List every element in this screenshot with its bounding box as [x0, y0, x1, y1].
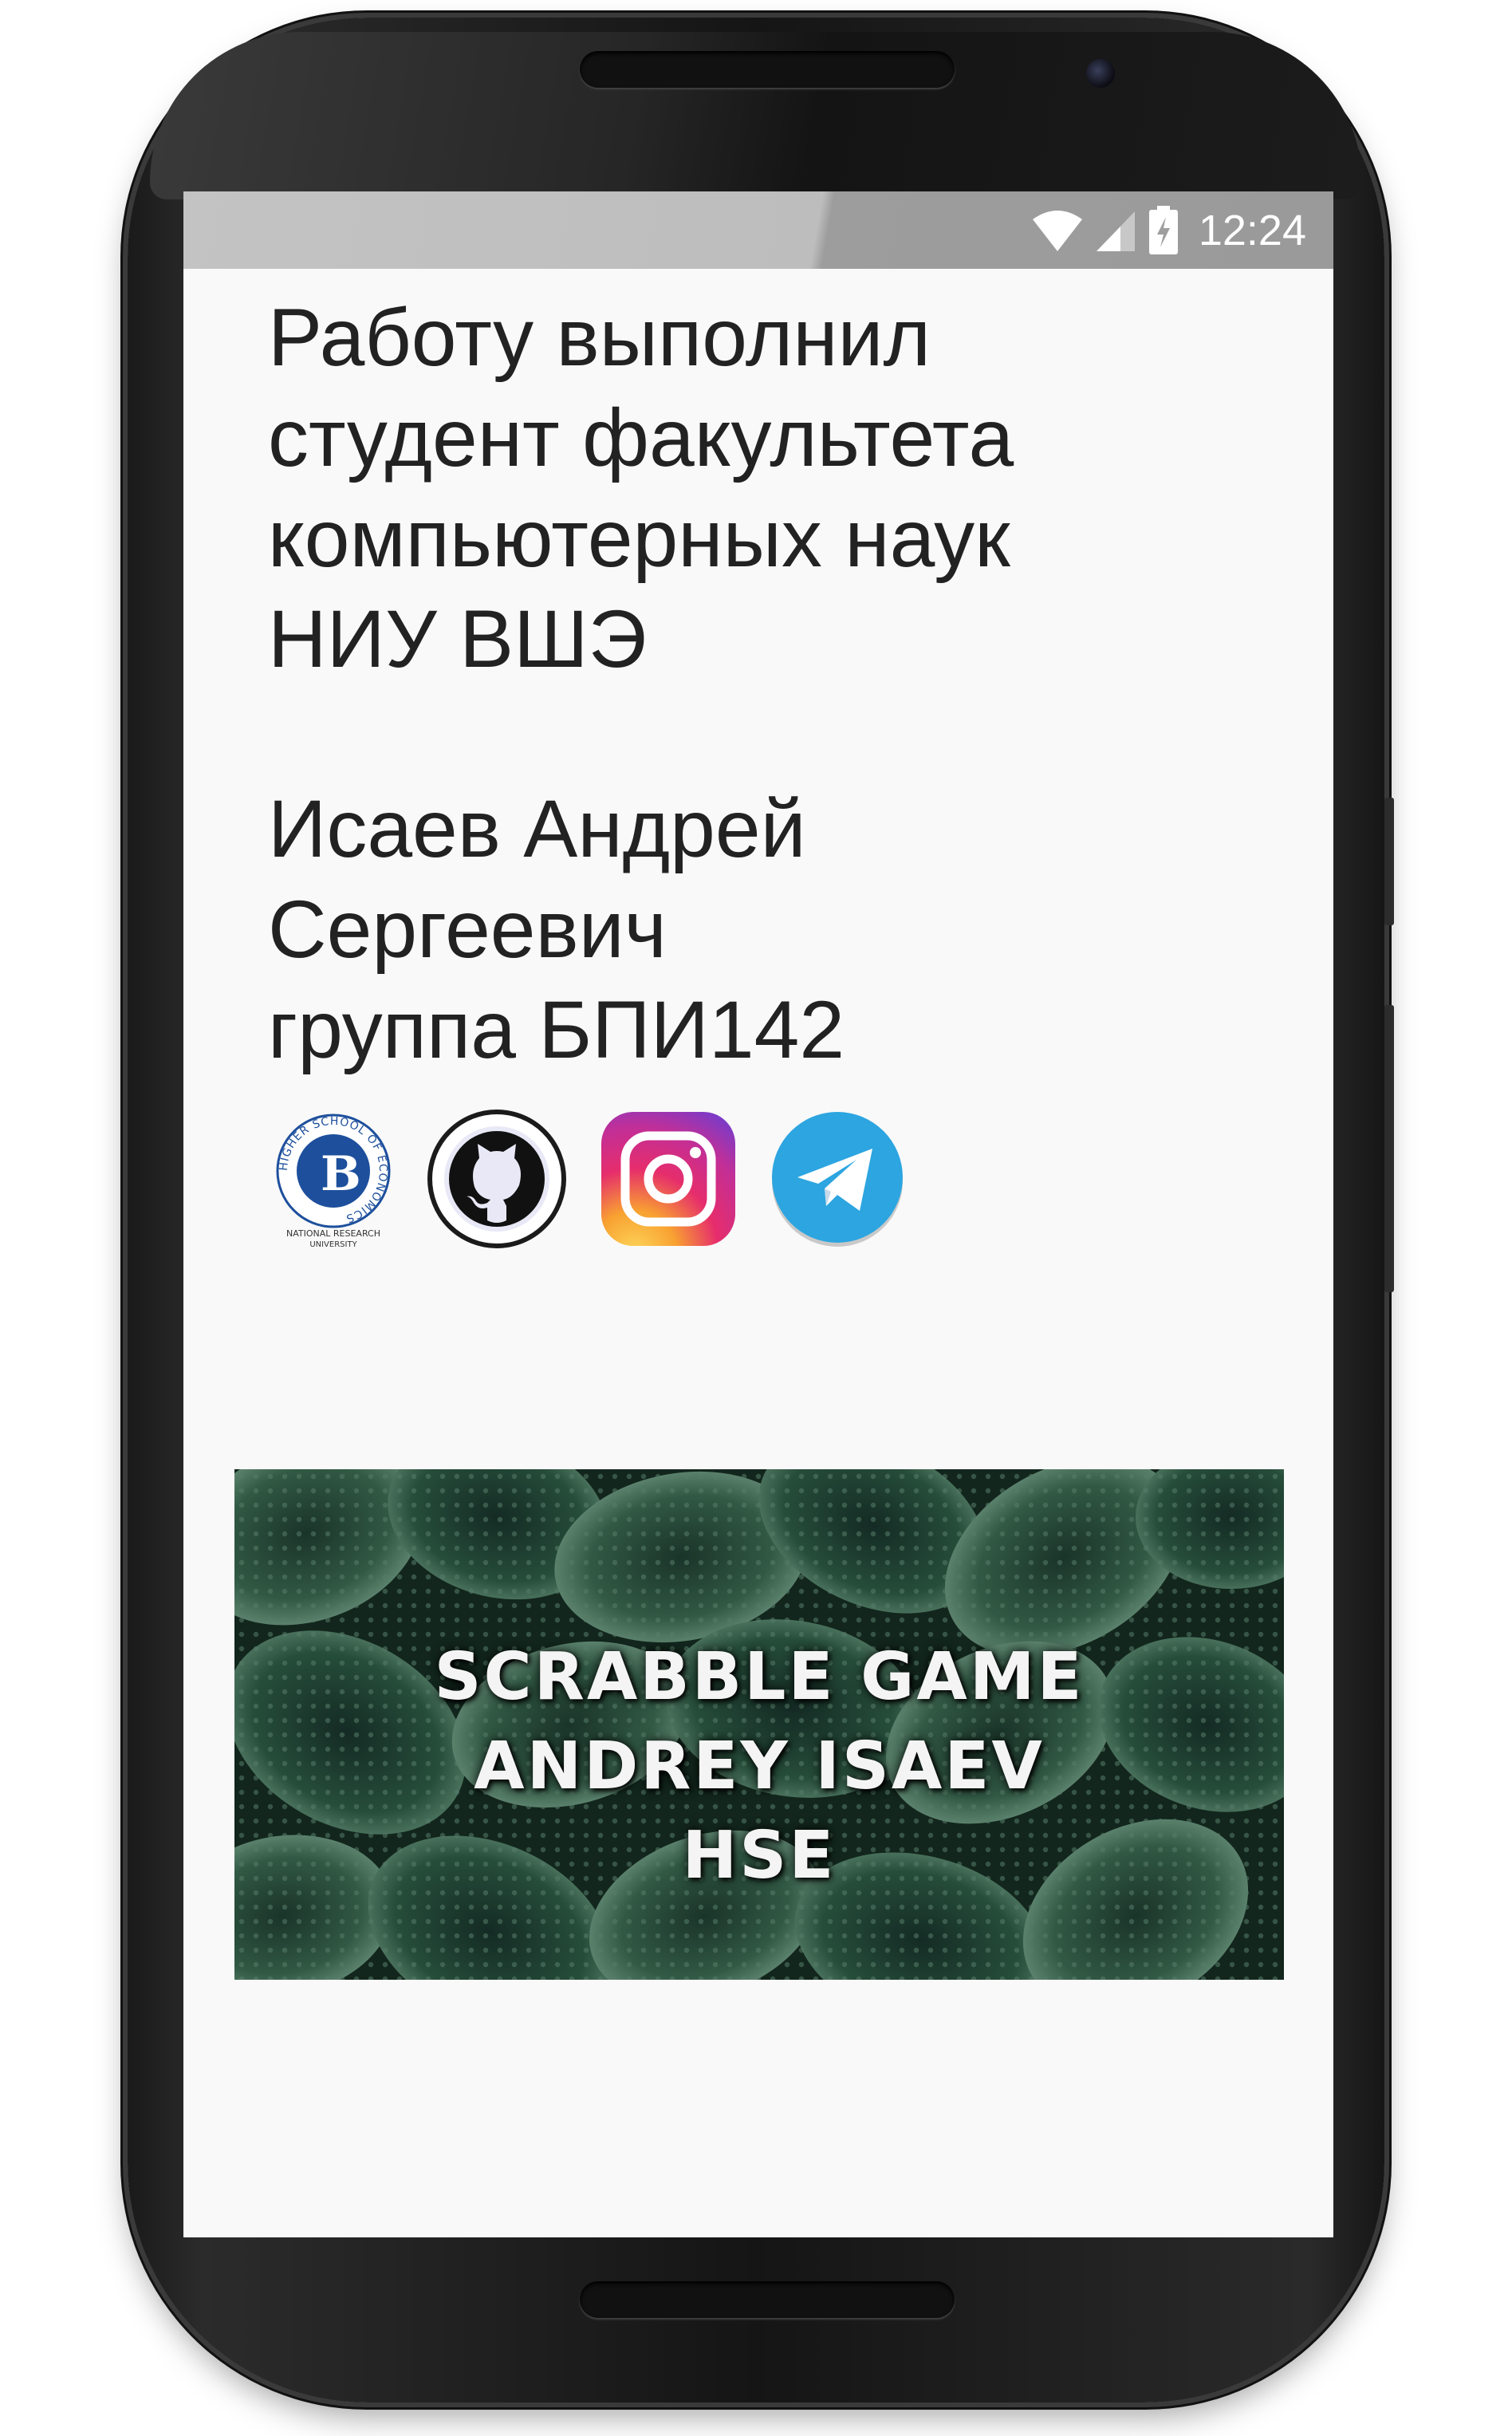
- intro-line: компьютерных наук: [268, 493, 1010, 584]
- svg-text:B: B: [321, 1146, 361, 1202]
- github-link[interactable]: [427, 1109, 567, 1249]
- about-text: Работу выполнил студент факультета компь…: [268, 287, 1265, 1080]
- earpiece-speaker: [580, 51, 955, 88]
- front-camera: [1086, 59, 1115, 88]
- banner-line: HSE: [682, 1818, 837, 1894]
- status-clock: 12:24: [1198, 207, 1306, 254]
- hse-logo-icon: B HIGHER SCHOOL OF ECONOMICS NATIONAL RE…: [276, 1114, 391, 1249]
- app-screen: 12:24 Работу выполнил студент факультета…: [183, 191, 1333, 2237]
- status-bar: 12:24: [183, 191, 1333, 269]
- wifi-icon: [1032, 211, 1082, 251]
- intro-line: студент факультета: [268, 392, 1014, 483]
- signal-icon: [1096, 211, 1135, 251]
- hse-caption-1: NATIONAL RESEARCH: [286, 1228, 380, 1239]
- author-group-line: группа БПИ142: [268, 984, 845, 1075]
- intro-line: Работу выполнил: [268, 292, 931, 383]
- hse-caption-2: UNIVERSITY: [309, 1240, 357, 1249]
- scrabble-banner: SCRABBLE GAME ANDREY ISAEV HSE: [234, 1469, 1284, 1980]
- instagram-link[interactable]: [598, 1109, 738, 1249]
- bottom-speaker: [580, 2281, 955, 2318]
- hse-logo-link[interactable]: B HIGHER SCHOOL OF ECONOMICS NATIONAL RE…: [263, 1109, 404, 1249]
- author-name-line: Сергеевич: [268, 884, 667, 975]
- github-icon: [427, 1110, 566, 1248]
- battery-charging-icon: [1148, 206, 1178, 254]
- intro-line: НИУ ВШЭ: [268, 593, 647, 684]
- banner-line: SCRABBLE GAME: [434, 1639, 1085, 1715]
- power-button: [1384, 798, 1394, 925]
- telegram-icon: [772, 1112, 903, 1247]
- instagram-icon: [601, 1112, 735, 1246]
- banner-title: SCRABBLE GAME ANDREY ISAEV HSE: [234, 1633, 1284, 1901]
- status-icons: 12:24: [1031, 203, 1306, 258]
- volume-button: [1384, 1005, 1394, 1292]
- author-name-line: Исаев Андрей: [268, 783, 806, 874]
- banner-line: ANDREY ISAEV: [474, 1728, 1045, 1804]
- telegram-link[interactable]: [767, 1109, 908, 1249]
